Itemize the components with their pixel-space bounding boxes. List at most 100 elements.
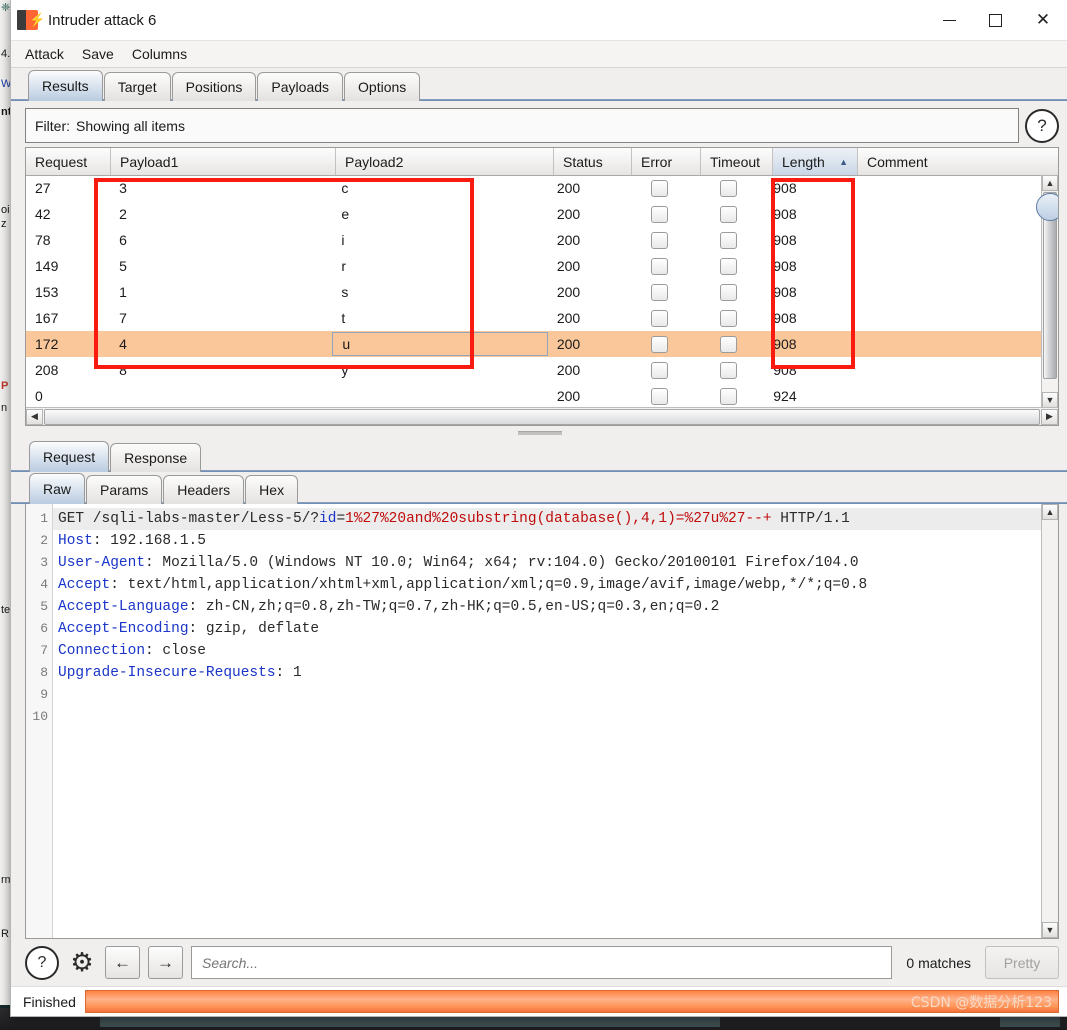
error-checkbox[interactable] xyxy=(650,231,668,249)
cell-payload2[interactable]: t xyxy=(332,305,547,331)
maximize-button[interactable] xyxy=(972,0,1018,40)
timeout-checkbox[interactable] xyxy=(720,179,738,197)
tab-request[interactable]: Request xyxy=(29,441,110,472)
table-horizontal-scrollbar[interactable]: ◀ ▶ xyxy=(26,407,1058,425)
tab-results[interactable]: Results xyxy=(28,70,103,101)
close-button[interactable]: ✕ xyxy=(1018,0,1067,40)
table-row[interactable]: 0 200 924 xyxy=(26,383,1042,408)
column-header-error[interactable]: Error xyxy=(632,148,701,175)
error-checkbox[interactable] xyxy=(650,387,668,405)
tab-payloads[interactable]: Payloads xyxy=(257,72,344,101)
cell-comment[interactable] xyxy=(848,227,1042,253)
cell-payload2[interactable]: y xyxy=(332,357,547,383)
back-button[interactable]: ← xyxy=(105,946,140,979)
cell-payload1[interactable]: 3 xyxy=(110,175,332,201)
column-header-request[interactable]: Request xyxy=(26,148,111,175)
cell-timeout[interactable] xyxy=(693,331,764,357)
timeout-checkbox[interactable] xyxy=(720,309,738,327)
tab-positions[interactable]: Positions xyxy=(171,72,257,101)
timeout-checkbox[interactable] xyxy=(720,205,738,223)
cell-payload1[interactable]: 7 xyxy=(110,305,332,331)
cell-timeout[interactable] xyxy=(693,227,764,253)
timeout-checkbox[interactable] xyxy=(720,335,738,353)
scroll-left-icon[interactable]: ◀ xyxy=(26,408,43,425)
tab-hex[interactable]: Hex xyxy=(245,475,299,504)
help-icon[interactable]: ? xyxy=(1025,108,1059,143)
table-row[interactable]: 42 2 e 200 908 xyxy=(26,201,1042,227)
cell-payload2[interactable]: c xyxy=(332,175,547,201)
cell-payload1[interactable] xyxy=(110,383,332,408)
cell-error[interactable] xyxy=(625,227,693,253)
forward-button[interactable]: → xyxy=(148,946,183,979)
table-vertical-scrollbar[interactable]: ▲ ▼ xyxy=(1036,175,1058,408)
table-row-selected[interactable]: 172 4 u 200 908 xyxy=(26,331,1042,357)
table-row[interactable]: 208 8 y 200 908 xyxy=(26,357,1042,383)
error-checkbox[interactable] xyxy=(650,205,668,223)
cell-payload2-focused[interactable]: u xyxy=(332,332,548,356)
column-header-comment[interactable]: Comment xyxy=(858,148,1054,175)
cell-payload1[interactable]: 4 xyxy=(110,331,332,357)
filter-bar[interactable]: Filter: Showing all items xyxy=(25,108,1019,143)
panel-splitter[interactable] xyxy=(11,426,1067,440)
error-checkbox[interactable] xyxy=(650,335,668,353)
cell-error[interactable] xyxy=(625,331,693,357)
request-raw-text[interactable]: GET /sqli-labs-master/Less-5/?id=1%27%20… xyxy=(53,504,1058,938)
cell-payload1[interactable]: 6 xyxy=(110,227,332,253)
cell-comment[interactable] xyxy=(848,383,1042,408)
cell-comment[interactable] xyxy=(848,201,1042,227)
cell-comment[interactable] xyxy=(848,305,1042,331)
window-titlebar[interactable]: ⚡ Intruder attack 6 ✕ xyxy=(11,0,1067,41)
menu-item-columns[interactable]: Columns xyxy=(130,45,189,63)
cell-comment[interactable] xyxy=(848,253,1042,279)
horizontal-scroll-thumb[interactable] xyxy=(44,408,1040,425)
cell-comment[interactable] xyxy=(848,331,1042,357)
scroll-up-icon[interactable]: ▲ xyxy=(1042,175,1058,191)
cell-error[interactable] xyxy=(625,253,693,279)
editor-vertical-scrollbar[interactable]: ▲ ▼ xyxy=(1041,504,1058,938)
gear-icon[interactable]: ⚙ xyxy=(67,947,97,978)
cell-payload2[interactable]: s xyxy=(332,279,547,305)
pretty-button[interactable]: Pretty xyxy=(985,946,1059,979)
tab-response[interactable]: Response xyxy=(110,443,202,472)
tab-options[interactable]: Options xyxy=(344,72,421,101)
table-row[interactable]: 27 3 c 200 908 xyxy=(26,175,1042,201)
column-header-status[interactable]: Status xyxy=(554,148,632,175)
timeout-checkbox[interactable] xyxy=(720,231,738,249)
column-header-length[interactable]: Length ▲ xyxy=(773,148,858,175)
cell-timeout[interactable] xyxy=(693,279,764,305)
timeout-checkbox[interactable] xyxy=(720,387,738,405)
cell-error[interactable] xyxy=(625,305,693,331)
error-checkbox[interactable] xyxy=(650,283,668,301)
cell-payload1[interactable]: 1 xyxy=(110,279,332,305)
minimize-button[interactable] xyxy=(926,0,972,40)
cell-payload1[interactable]: 5 xyxy=(110,253,332,279)
cell-payload2[interactable] xyxy=(332,383,547,408)
error-checkbox[interactable] xyxy=(650,179,668,197)
error-checkbox[interactable] xyxy=(650,309,668,327)
cell-timeout[interactable] xyxy=(693,201,764,227)
request-editor[interactable]: 1 2 3 4 5 6 7 8 9 10 GET /sqli-labs-mast… xyxy=(25,504,1059,939)
column-header-timeout[interactable]: Timeout xyxy=(701,148,773,175)
column-header-payload1[interactable]: Payload1 xyxy=(111,148,336,175)
tab-params[interactable]: Params xyxy=(86,475,163,504)
cell-payload1[interactable]: 8 xyxy=(110,357,332,383)
menu-item-attack[interactable]: Attack xyxy=(23,45,66,63)
error-checkbox[interactable] xyxy=(650,257,668,275)
cell-timeout[interactable] xyxy=(693,357,764,383)
cell-error[interactable] xyxy=(625,175,693,201)
cell-payload2[interactable]: e xyxy=(332,201,547,227)
menu-item-save[interactable]: Save xyxy=(80,45,116,63)
cell-timeout[interactable] xyxy=(693,305,764,331)
table-row[interactable]: 167 7 t 200 908 xyxy=(26,305,1042,331)
cell-error[interactable] xyxy=(625,383,693,408)
timeout-checkbox[interactable] xyxy=(720,283,738,301)
timeout-checkbox[interactable] xyxy=(720,361,738,379)
cell-error[interactable] xyxy=(625,279,693,305)
search-box[interactable] xyxy=(191,946,893,979)
search-input[interactable] xyxy=(200,953,892,972)
table-row[interactable]: 149 5 r 200 908 xyxy=(26,253,1042,279)
cell-comment[interactable] xyxy=(848,357,1042,383)
timeout-checkbox[interactable] xyxy=(720,257,738,275)
cell-payload2[interactable]: i xyxy=(332,227,547,253)
cell-comment[interactable] xyxy=(848,279,1042,305)
